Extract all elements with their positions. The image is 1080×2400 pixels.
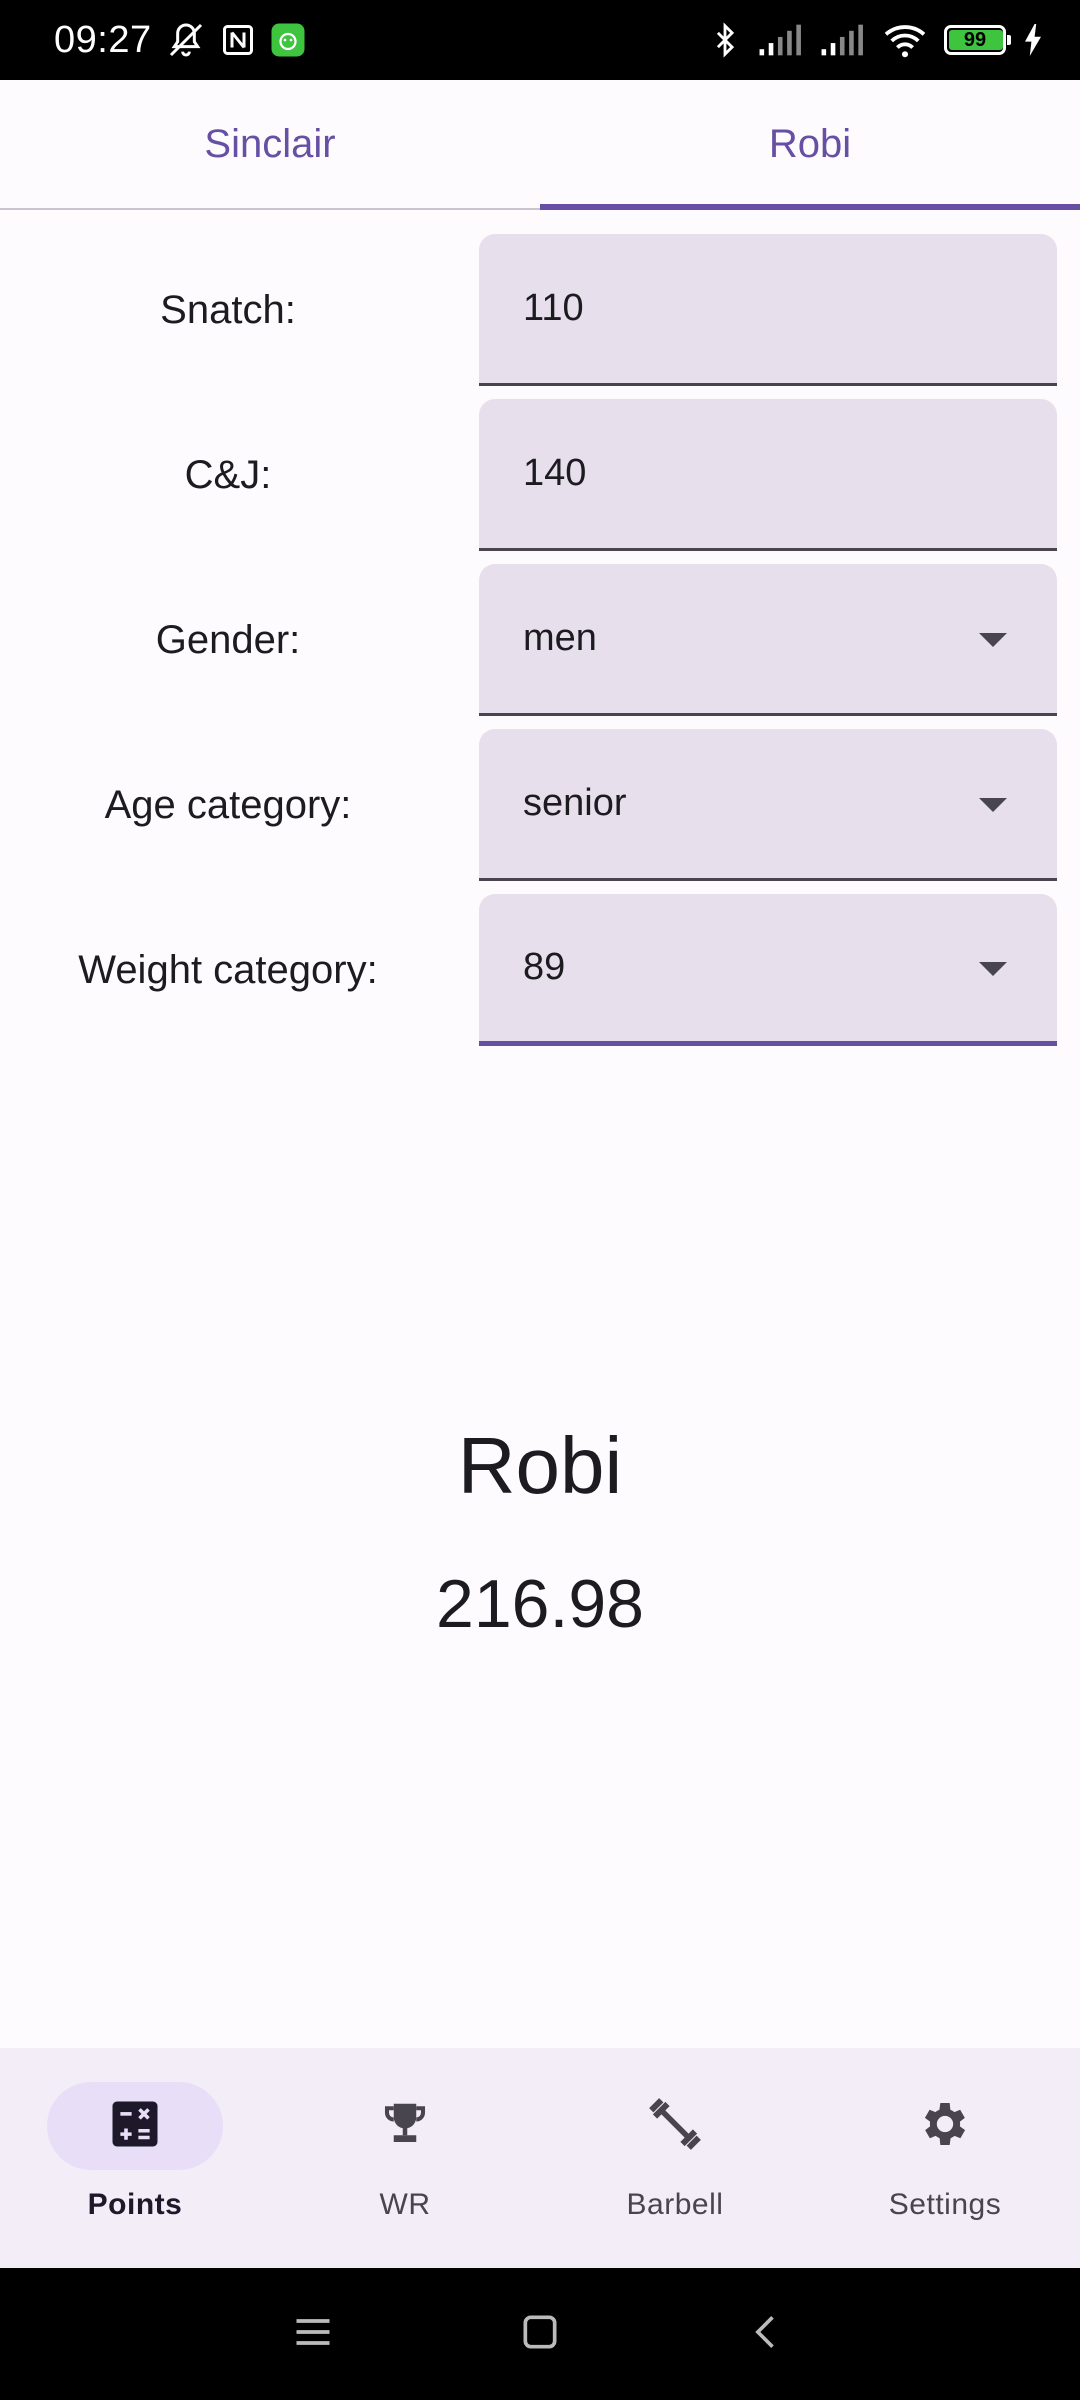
status-right: 99 — [708, 21, 1044, 59]
age-category-value: senior — [523, 782, 627, 824]
home-icon[interactable] — [518, 2310, 562, 2359]
charging-icon — [1022, 24, 1044, 56]
weight-category-label: Weight category: — [78, 947, 378, 992]
cj-value: 140 — [523, 452, 587, 494]
battery-icon: 99 — [944, 25, 1011, 55]
age-category-label: Age category: — [104, 782, 352, 827]
nav-icon-container — [857, 2082, 1033, 2170]
status-time: 09:27 — [54, 18, 152, 61]
nav-indicator — [47, 2082, 223, 2170]
chevron-down-icon — [979, 797, 1007, 812]
tab-sinclair[interactable]: Sinclair — [0, 80, 540, 208]
nav-icon-container — [587, 2082, 763, 2170]
tab-robi[interactable]: Robi — [540, 80, 1080, 210]
status-left: 09:27 — [54, 19, 306, 62]
cj-input[interactable]: 140 — [479, 399, 1057, 551]
nav-label-settings: Settings — [888, 2188, 1002, 2221]
app-notification-icon — [270, 22, 306, 58]
mute-icon — [166, 20, 206, 60]
age-category-dropdown[interactable]: senior — [479, 729, 1057, 881]
snatch-row: Snatch: 110 — [0, 234, 1080, 386]
chevron-down-icon — [979, 961, 1007, 976]
signal-icon — [758, 23, 804, 57]
weight-category-dropdown[interactable]: 89 — [479, 894, 1057, 1046]
result-title: Robi — [457, 1421, 623, 1510]
gender-value: men — [523, 617, 597, 659]
status-bar: 09:27 99 — [0, 0, 1080, 80]
bottom-nav: Points WR Barbell Settings — [0, 2048, 1080, 2268]
weight-category-row: Weight category: 89 — [0, 894, 1080, 1046]
nav-item-wr[interactable]: WR — [270, 2048, 540, 2268]
battery-level: 99 — [963, 28, 987, 51]
result-value: 216.98 — [436, 1566, 644, 1642]
signal-icon — [820, 23, 866, 57]
nfc-icon — [220, 22, 256, 58]
trophy-icon — [378, 2097, 432, 2156]
nav-item-points[interactable]: Points — [0, 2048, 270, 2268]
barbell-icon — [645, 2094, 705, 2159]
back-icon[interactable] — [745, 2310, 789, 2359]
gender-label: Gender: — [155, 617, 301, 662]
nav-label-barbell: Barbell — [626, 2188, 724, 2221]
snatch-label: Snatch: — [160, 287, 296, 332]
wifi-icon — [882, 21, 928, 59]
bluetooth-icon — [708, 21, 742, 59]
gender-row: Gender: men — [0, 564, 1080, 716]
nav-label-points: Points — [87, 2188, 183, 2221]
nav-item-settings[interactable]: Settings — [810, 2048, 1080, 2268]
system-nav-bar — [0, 2268, 1080, 2400]
nav-label-wr: WR — [379, 2188, 431, 2221]
cj-row: C&J: 140 — [0, 399, 1080, 551]
tab-bar: Sinclair Robi — [0, 80, 1080, 210]
weight-category-value: 89 — [523, 946, 566, 988]
nav-icon-container — [317, 2082, 493, 2170]
calculator-icon — [108, 2097, 162, 2156]
snatch-value: 110 — [523, 287, 584, 329]
chevron-down-icon — [979, 632, 1007, 647]
gender-dropdown[interactable]: men — [479, 564, 1057, 716]
cj-label: C&J: — [184, 452, 272, 497]
menu-icon[interactable] — [291, 2310, 335, 2359]
age-category-row: Age category: senior — [0, 729, 1080, 881]
snatch-input[interactable]: 110 — [479, 234, 1057, 386]
gear-icon — [917, 2096, 973, 2157]
nav-item-barbell[interactable]: Barbell — [540, 2048, 810, 2268]
